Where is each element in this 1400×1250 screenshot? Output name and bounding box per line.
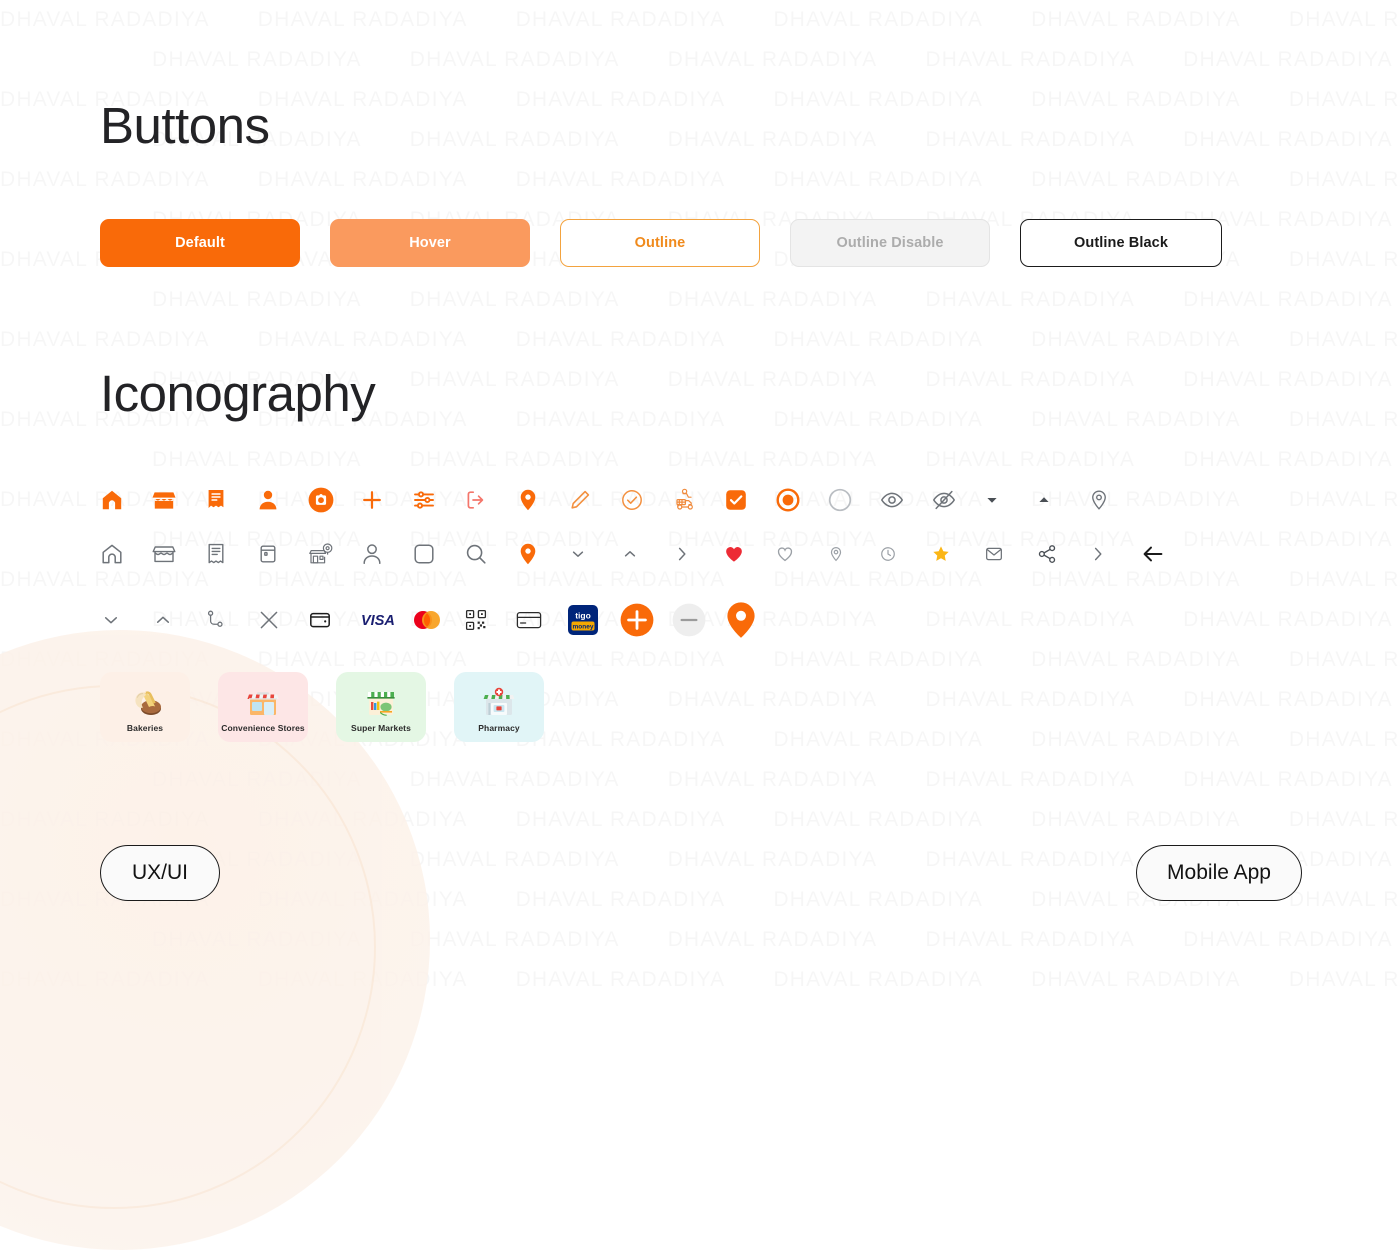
star-filled-icon[interactable] [932, 534, 984, 574]
checkbox-unchecked-icon[interactable] [412, 534, 464, 574]
supermarket-art [367, 691, 395, 716]
logout-icon[interactable] [464, 480, 516, 520]
svg-text:money: money [573, 623, 594, 630]
minus-circle-icon[interactable] [672, 598, 724, 642]
tigo-money-logo-icon[interactable]: tigo money [568, 598, 620, 642]
store-outline-icon[interactable] [152, 534, 204, 574]
camera-circle-icon[interactable] [308, 480, 360, 520]
chevron-right-thin-icon[interactable] [1088, 534, 1140, 574]
category-card-pharmacy[interactable]: Pharmacy [454, 672, 544, 742]
qr-code-icon[interactable] [464, 598, 516, 642]
location-pin-filled-icon[interactable] [516, 480, 568, 520]
checkbox-checked-icon[interactable] [724, 480, 776, 520]
visa-logo-icon[interactable]: VISA [360, 598, 412, 642]
chevron-down-icon[interactable] [568, 534, 620, 574]
pin-small-outline-icon[interactable] [828, 534, 880, 574]
wallet-outline-icon[interactable] [256, 534, 308, 574]
svg-text:VISA: VISA [361, 613, 395, 629]
category-label: Pharmacy [478, 722, 520, 733]
category-label: Convenience Stores [221, 722, 305, 733]
category-cards-row: Bakeries Convenience Stores Super Market… [100, 672, 544, 742]
receipt-filled-icon[interactable] [204, 480, 256, 520]
outline-button[interactable]: Outline [560, 219, 760, 267]
buttons-showcase-row: Default Hover Outline Outline Disable Ou… [100, 219, 1222, 267]
convenience-store-art [247, 691, 279, 715]
page-title-buttons: Buttons [100, 97, 270, 154]
category-label: Bakeries [126, 722, 164, 733]
chevron-down-icon[interactable] [100, 598, 152, 642]
chevron-right-icon[interactable] [672, 534, 724, 574]
radio-unselected-icon[interactable] [828, 480, 880, 520]
receipt-outline-icon[interactable] [204, 534, 256, 574]
mastercard-logo-icon[interactable] [412, 598, 464, 642]
wallet-icon[interactable] [308, 598, 360, 642]
home-filled-icon[interactable] [100, 480, 152, 520]
store-filled-icon[interactable] [152, 480, 204, 520]
person-outline-icon[interactable] [360, 534, 412, 574]
page-title-iconography: Iconography [100, 365, 376, 422]
icon-row-outline [100, 534, 1192, 574]
envelope-icon[interactable] [984, 534, 1036, 574]
eye-icon[interactable] [880, 480, 932, 520]
home-outline-icon[interactable] [100, 534, 152, 574]
clock-icon[interactable] [880, 534, 932, 574]
eye-off-icon[interactable] [932, 480, 984, 520]
plus-circle-filled-icon[interactable] [620, 598, 672, 642]
triangle-up-icon[interactable] [1036, 480, 1088, 520]
share-icon[interactable] [1036, 534, 1088, 574]
hover-button[interactable]: Hover [330, 219, 530, 267]
design-system-page: Buttons Default Hover Outline Outline Di… [0, 0, 1400, 1000]
heart-filled-icon[interactable] [724, 534, 776, 574]
location-pin-large-icon[interactable] [724, 598, 776, 642]
bakery-art [135, 691, 161, 715]
chevron-up-icon[interactable] [152, 598, 204, 642]
category-label: Super Markets [351, 722, 411, 733]
search-icon[interactable] [464, 534, 516, 574]
pharmacy-art [483, 687, 515, 715]
icon-row-payments: VISA tigo money [100, 598, 776, 642]
store-pin-outline-icon[interactable] [308, 534, 360, 574]
filter-sliders-icon[interactable] [412, 480, 464, 520]
location-pin-filled-icon[interactable] [516, 534, 568, 574]
outline-black-button[interactable]: Outline Black [1020, 219, 1222, 267]
svg-text:tigo: tigo [575, 611, 591, 621]
person-filled-icon[interactable] [256, 480, 308, 520]
location-pin-outline-icon[interactable] [1088, 480, 1140, 520]
category-card-super-markets[interactable]: Super Markets [336, 672, 426, 742]
heart-outline-icon[interactable] [776, 534, 828, 574]
plus-icon[interactable] [360, 480, 412, 520]
category-card-convenience-stores[interactable]: Convenience Stores [218, 672, 308, 742]
tag-ux-ui[interactable]: UX/UI [100, 845, 220, 901]
category-card-bakeries[interactable]: Bakeries [100, 672, 190, 742]
outline-disable-button: Outline Disable [790, 219, 990, 267]
close-x-icon[interactable] [256, 598, 308, 642]
default-button[interactable]: Default [100, 219, 300, 267]
pencil-edit-icon[interactable] [568, 480, 620, 520]
icon-row-filled [100, 480, 1140, 520]
triangle-down-icon[interactable] [984, 480, 1036, 520]
check-circle-icon[interactable] [620, 480, 672, 520]
tag-mobile-app[interactable]: Mobile App [1136, 845, 1302, 901]
credit-card-icon[interactable] [516, 598, 568, 642]
chevron-up-icon[interactable] [620, 534, 672, 574]
arrow-left-icon[interactable] [1140, 534, 1192, 574]
route-path-icon[interactable] [204, 598, 256, 642]
delivery-scooter-icon[interactable] [672, 480, 724, 520]
radio-selected-icon[interactable] [776, 480, 828, 520]
